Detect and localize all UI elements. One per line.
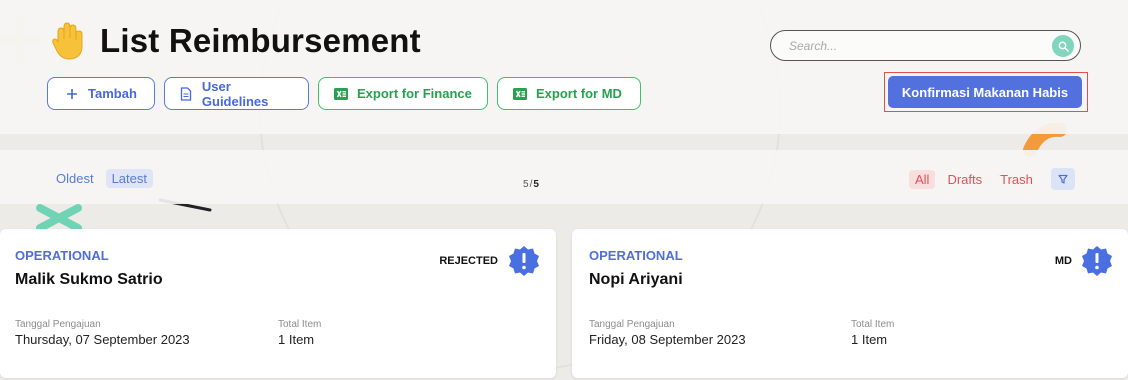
- title-area: List Reimbursement: [52, 22, 421, 60]
- add-button-label: Tambah: [88, 86, 137, 101]
- user-guidelines-label: User Guidelines: [201, 78, 269, 109]
- sort-latest[interactable]: Latest: [105, 169, 153, 188]
- card-date: Thursday, 07 September 2023: [15, 332, 190, 347]
- excel-icon: [513, 87, 527, 101]
- export-finance-button[interactable]: Export for Finance: [318, 77, 488, 110]
- card-items-label: Total Item: [851, 319, 895, 330]
- sort-oldest[interactable]: Oldest: [50, 169, 100, 188]
- card-employee-name: Malik Sukmo Satrio: [15, 271, 163, 288]
- confirm-food-finished-button[interactable]: Konfirmasi Makanan Habis: [888, 76, 1082, 108]
- confirm-button-highlight: Konfirmasi Makanan Habis: [884, 72, 1088, 112]
- search-input[interactable]: [789, 38, 1029, 53]
- sort-options: Oldest Latest: [50, 169, 153, 188]
- page-title: List Reimbursement: [100, 22, 421, 59]
- add-button[interactable]: Tambah: [47, 77, 155, 110]
- excel-icon: [334, 87, 348, 101]
- card-date-label: Tanggal Pengajuan: [589, 319, 675, 330]
- exclamation-badge-icon: [509, 246, 539, 276]
- card-date: Friday, 08 September 2023: [589, 332, 746, 347]
- search-box: [770, 30, 1081, 61]
- page-current: 5: [523, 179, 529, 190]
- card-category: OPERATIONAL: [15, 248, 109, 263]
- filter-icon: [1058, 174, 1068, 184]
- export-md-label: Export for MD: [536, 86, 622, 101]
- filter-bar: Oldest Latest 5/5 All Drafts Trash: [0, 150, 1128, 204]
- filter-all[interactable]: All: [909, 169, 936, 189]
- card-items: 1 Item: [278, 332, 315, 347]
- card-status: REJECTED: [439, 255, 498, 267]
- status-filters: All Drafts Trash: [909, 168, 1075, 190]
- reimbursement-card[interactable]: OPERATIONAL Malik Sukmo Satrio REJECTED …: [0, 229, 556, 378]
- action-buttons: Tambah User Guidelines Export for Financ…: [47, 77, 641, 110]
- export-finance-label: Export for Finance: [357, 86, 472, 101]
- header-panel: List Reimbursement Tambah User Guideline…: [0, 0, 1128, 134]
- user-guidelines-button[interactable]: User Guidelines: [164, 77, 309, 110]
- page-total: 5: [533, 179, 539, 190]
- search-button[interactable]: [1052, 35, 1074, 57]
- document-icon: [180, 86, 193, 101]
- plus-icon: [65, 87, 79, 101]
- card-date-label: Tanggal Pengajuan: [15, 319, 101, 330]
- search-icon: [1058, 41, 1069, 52]
- page-separator: /: [529, 179, 533, 190]
- page-indicator: 5/5: [523, 179, 539, 190]
- filter-button[interactable]: [1050, 168, 1075, 190]
- export-md-button[interactable]: Export for MD: [497, 77, 641, 110]
- filter-trash[interactable]: Trash: [994, 170, 1039, 189]
- card-status: MD: [1054, 255, 1072, 267]
- raised-hand-icon: [52, 22, 83, 60]
- card-items: 1 Item: [851, 332, 888, 347]
- card-items-label: Total Item: [278, 319, 322, 330]
- reimbursement-card[interactable]: OPERATIONAL Nopi Ariyani MD Tanggal Peng…: [572, 229, 1128, 378]
- exclamation-badge-icon: [1082, 246, 1112, 276]
- card-employee-name: Nopi Ariyani: [589, 271, 683, 288]
- card-category: OPERATIONAL: [589, 248, 683, 263]
- filter-drafts[interactable]: Drafts: [941, 170, 988, 189]
